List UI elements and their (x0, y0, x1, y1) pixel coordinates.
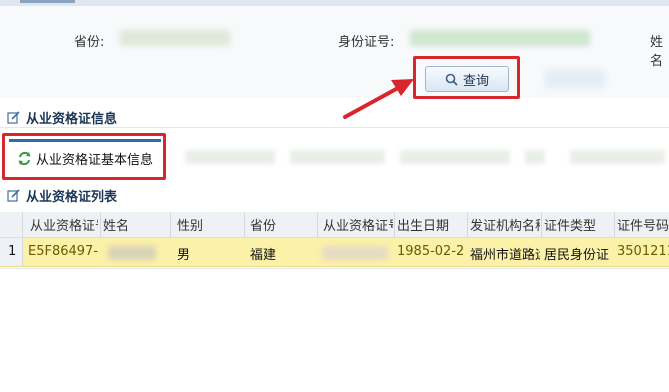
column-header[interactable]: 省份 (250, 215, 310, 234)
row-number: 1 (8, 244, 17, 259)
column-divider (467, 212, 468, 237)
section-divider (0, 127, 669, 128)
gender-cell: 男 (177, 248, 191, 263)
tab-placeholder[interactable] (290, 150, 385, 164)
table-bottom-border (0, 268, 669, 269)
edit-icon (7, 111, 20, 124)
column-divider (170, 212, 171, 237)
birth-date-cell: 1985-02-26 (397, 244, 465, 259)
query-highlight-box (413, 56, 520, 99)
info-section-label: 从业资格证信息 (26, 112, 118, 127)
window-top-accent (20, 0, 75, 3)
column-divider (614, 212, 615, 237)
edit-icon (7, 189, 20, 202)
column-header[interactable]: 出生日期 (397, 215, 467, 234)
name-cell-redacted (108, 246, 156, 260)
info-section-title: 从业资格证信息 (7, 108, 117, 127)
column-header[interactable]: 姓名 (103, 215, 163, 234)
column-divider (394, 212, 395, 237)
column-header[interactable]: 发证机构名称 (470, 215, 540, 234)
id-number-label: 身份证号: (338, 35, 395, 50)
column-header[interactable]: 证件类型 (544, 215, 614, 234)
cert-number-cell: E5F86497-A3 (28, 244, 98, 259)
column-divider (541, 212, 542, 237)
column-divider (317, 212, 318, 237)
tab-placeholder[interactable] (525, 150, 545, 164)
id-number-input[interactable] (410, 30, 590, 46)
column-header[interactable]: 性别 (177, 215, 237, 234)
issuing-org-cell: 福州市道路运 (470, 248, 540, 263)
province-input[interactable] (120, 30, 230, 46)
column-divider (100, 212, 101, 237)
column-header[interactable]: 从业资格证号 (323, 215, 393, 234)
name-label: 姓名 (650, 35, 664, 69)
column-header[interactable]: 从业资格证号 (30, 215, 98, 234)
tab-placeholder[interactable] (185, 150, 275, 164)
tab-placeholder[interactable] (570, 150, 665, 164)
tab-highlight-box (2, 133, 166, 180)
column-header[interactable]: 证件号码 (617, 215, 669, 234)
list-section-title: 从业资格证列表 (7, 186, 117, 205)
province-label: 省份: (74, 35, 105, 50)
reset-button[interactable] (545, 70, 605, 88)
id-number-cell: 350121198 (617, 244, 669, 259)
column-divider (244, 212, 245, 237)
list-section-label: 从业资格证列表 (26, 190, 118, 205)
column-divider (22, 212, 23, 237)
cert-number-redacted (322, 246, 388, 260)
province-cell: 福建 (250, 248, 277, 263)
tab-placeholder[interactable] (400, 150, 510, 164)
id-type-cell: 居民身份证 (544, 248, 610, 263)
